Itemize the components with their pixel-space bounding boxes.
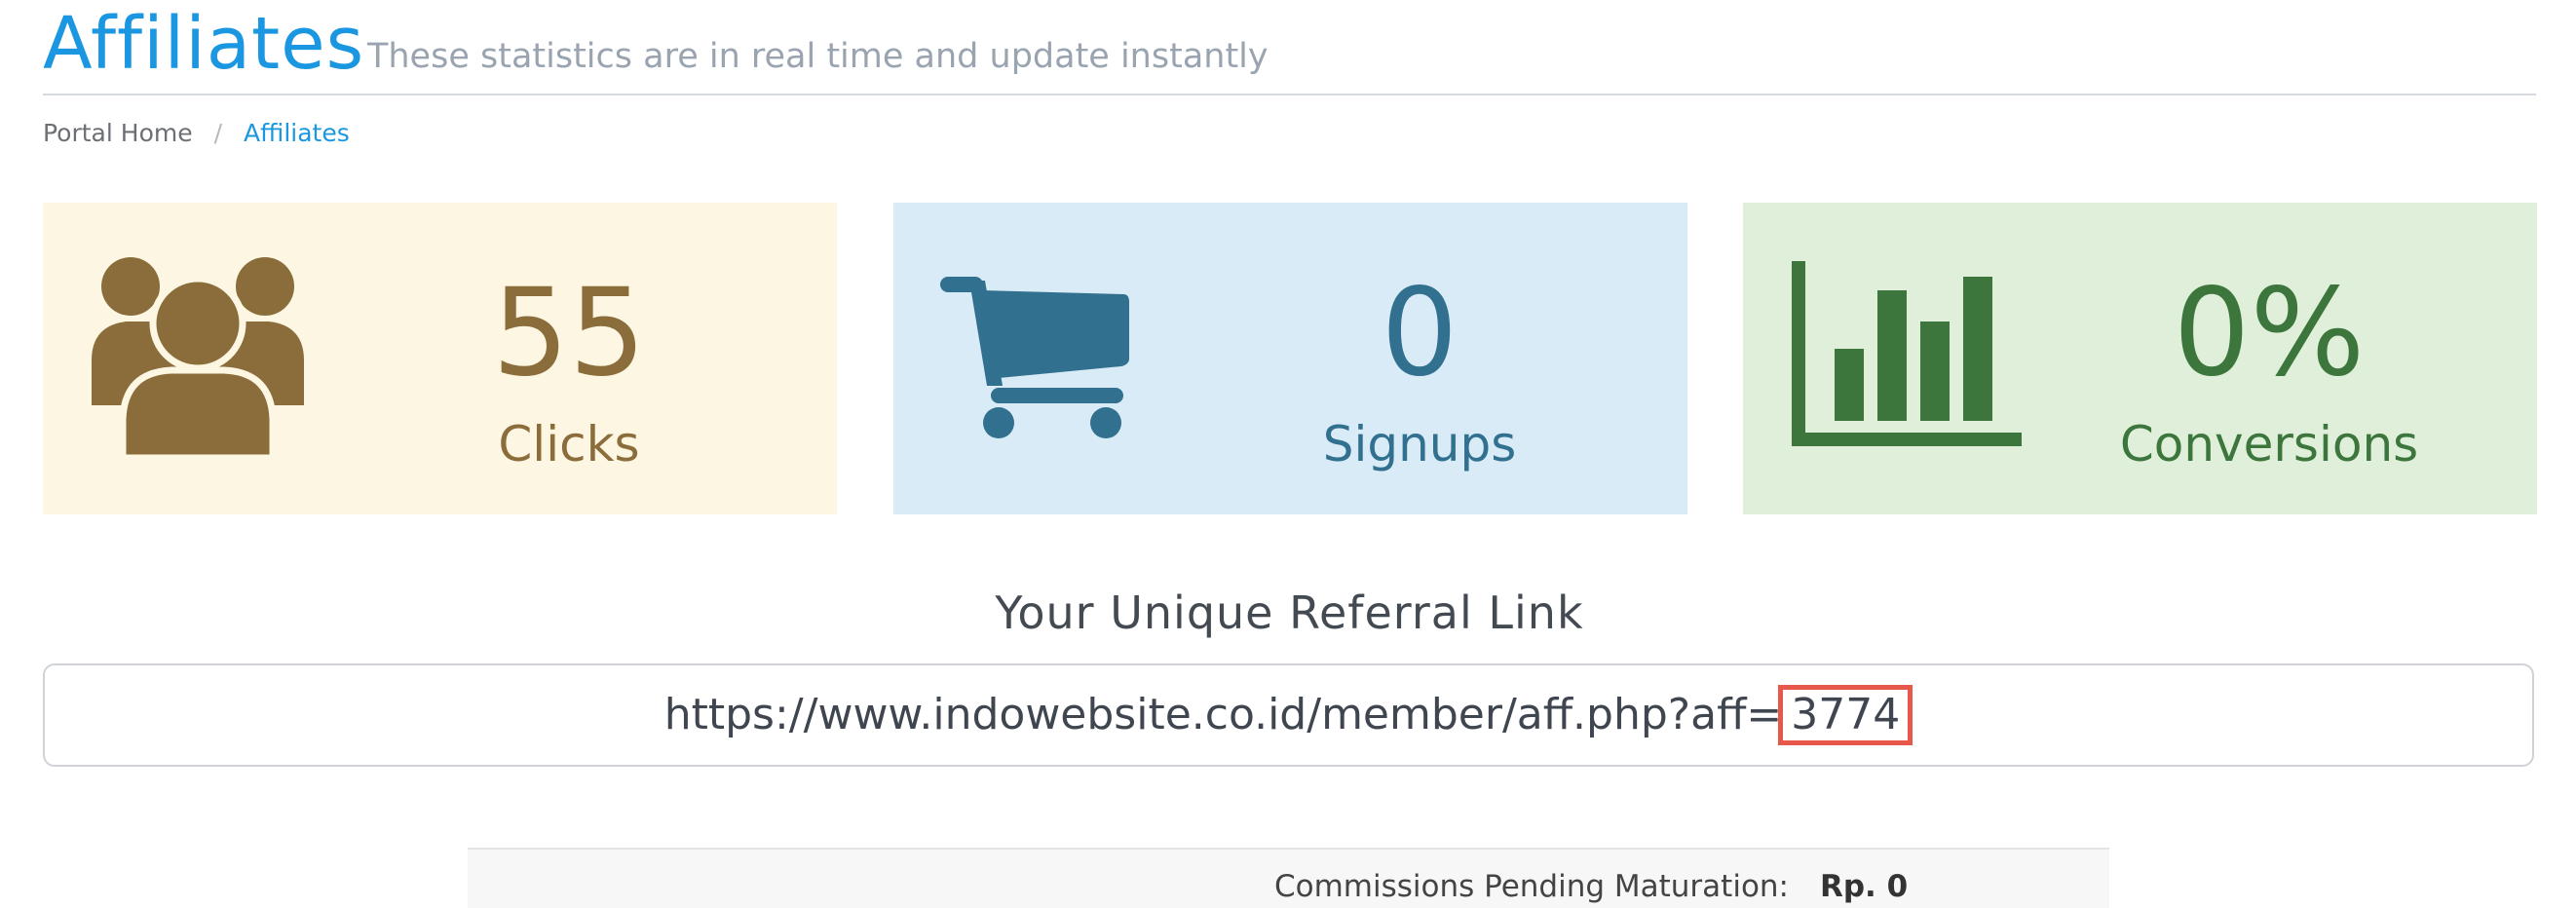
header-divider xyxy=(43,94,2536,95)
referral-link-url[interactable]: https://www.indowebsite.co.id/member/aff… xyxy=(664,685,1913,745)
shopping-cart-icon xyxy=(940,277,1129,438)
commission-pending-label: Commissions Pending Maturation: xyxy=(1273,869,1789,904)
users-icon xyxy=(92,257,304,458)
referral-link-box[interactable]: https://www.indowebsite.co.id/member/aff… xyxy=(43,663,2534,767)
conversions-label: Conversions xyxy=(2119,416,2419,473)
breadcrumb: Portal Home / Affiliates xyxy=(43,113,350,152)
signups-label: Signups xyxy=(1322,416,1517,473)
clicks-value: 55 xyxy=(492,263,646,403)
breadcrumb-portal-home-link[interactable]: Portal Home xyxy=(43,119,193,147)
signups-stat-card: 0 Signups xyxy=(893,203,1687,514)
conversions-value: 0% xyxy=(2173,263,2366,403)
signups-value: 0 xyxy=(1381,263,1458,403)
page-subtitle: These statistics are in real time and up… xyxy=(367,37,1269,76)
referral-link-heading: Your Unique Referral Link xyxy=(995,586,1584,639)
breadcrumb-separator: / xyxy=(213,118,223,147)
affiliate-id-highlight: 3774 xyxy=(1778,685,1913,745)
page-title: Affiliates xyxy=(43,2,365,86)
bar-chart-icon xyxy=(1792,261,2022,446)
commission-pending-row: Commissions Pending Maturation: Rp. 0 xyxy=(468,867,2109,906)
clicks-label: Clicks xyxy=(498,416,640,473)
affiliates-page: Affiliates These statistics are in real … xyxy=(0,0,2576,908)
breadcrumb-current: Affiliates xyxy=(244,118,350,147)
conversions-stat-card: 0% Conversions xyxy=(1743,203,2537,514)
commission-pending-value: Rp. 0 xyxy=(1820,869,1909,904)
clicks-stat-card: 55 Clicks xyxy=(43,203,837,514)
referral-url-prefix: https://www.indowebsite.co.id/member/aff… xyxy=(663,690,1783,739)
commissions-panel: Commissions Pending Maturation: Rp. 0 xyxy=(468,848,2109,908)
